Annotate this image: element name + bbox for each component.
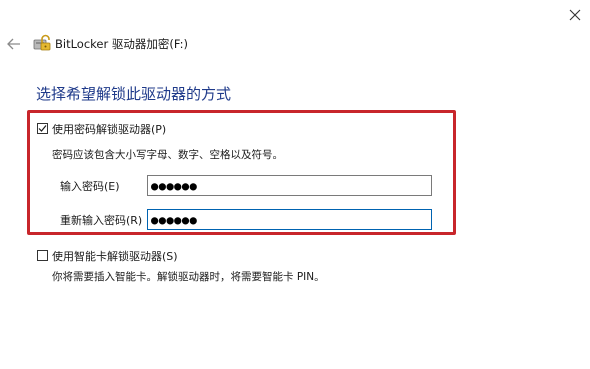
smartcard-hint: 你将需要插入智能卡。解锁驱动器时，将需要智能卡 PIN。 bbox=[52, 271, 325, 283]
password-option-label[interactable]: 使用密码解锁驱动器(P) bbox=[52, 121, 166, 137]
back-button[interactable] bbox=[4, 34, 24, 54]
password-hint: 密码应该包含大小写字母、数字、空格以及符号。 bbox=[52, 149, 283, 161]
bitlocker-icon bbox=[33, 34, 51, 52]
close-icon bbox=[569, 9, 581, 21]
close-button[interactable] bbox=[564, 4, 586, 26]
reenter-password-label: 重新输入密码(R) bbox=[60, 214, 143, 227]
enter-password-input[interactable]: ●●●●●● bbox=[147, 175, 432, 196]
reenter-password-input[interactable]: ●●●●●● bbox=[147, 209, 432, 230]
smartcard-checkbox[interactable] bbox=[37, 250, 48, 261]
checkmark-icon bbox=[38, 125, 47, 132]
password-checkbox[interactable] bbox=[37, 123, 48, 134]
smartcard-option-label[interactable]: 使用智能卡解锁驱动器(S) bbox=[52, 248, 178, 264]
enter-password-label: 输入密码(E) bbox=[60, 180, 120, 193]
page-heading: 选择希望解锁此驱动器的方式 bbox=[36, 85, 232, 103]
back-arrow-icon bbox=[7, 38, 20, 50]
window-title: BitLocker 驱动器加密(F:) bbox=[55, 37, 188, 51]
